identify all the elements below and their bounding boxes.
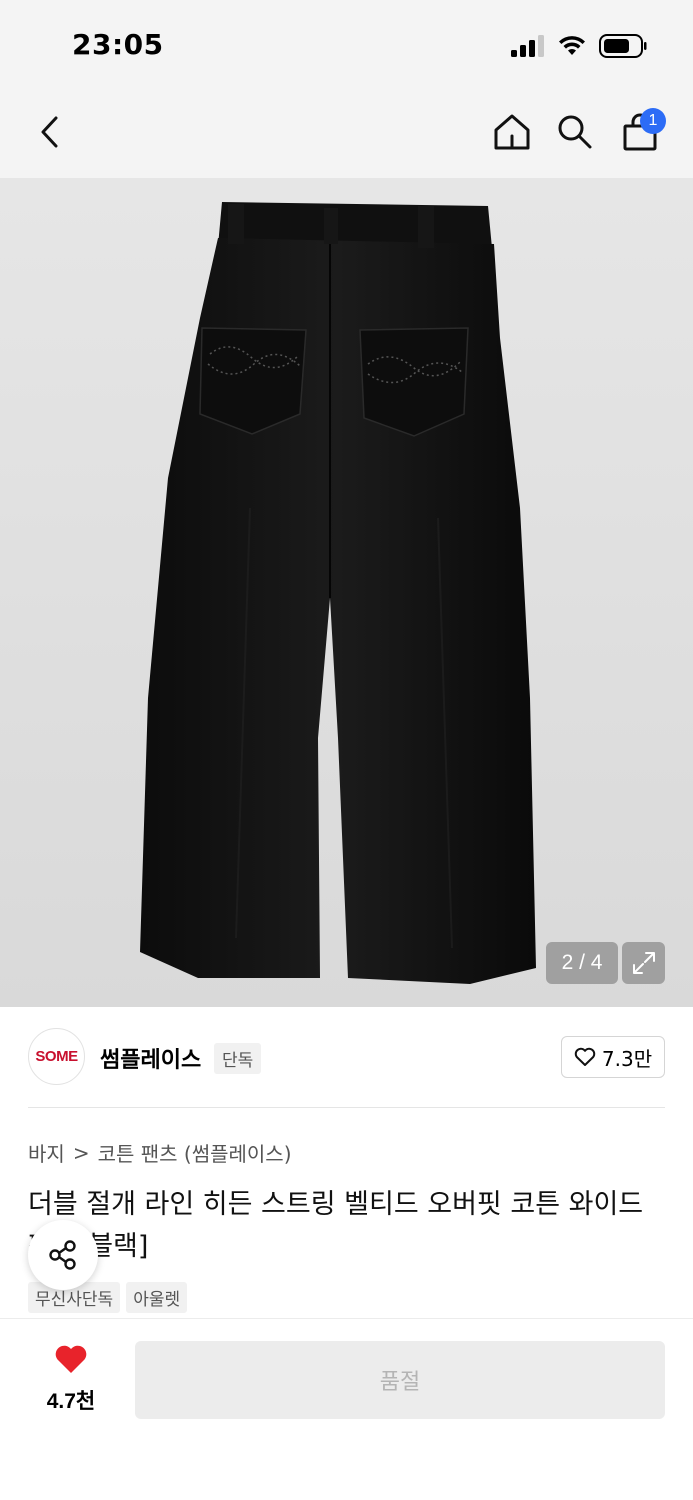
- home-button[interactable]: [486, 106, 538, 158]
- search-icon: [558, 115, 592, 149]
- status-bar: 23:05: [0, 0, 693, 90]
- bottom-action-bar: 4.7천 품절: [0, 1318, 693, 1500]
- brand-logo[interactable]: SOME: [28, 1028, 85, 1085]
- brand-exclusive-tag: 단독: [214, 1043, 262, 1074]
- breadcrumb: 바지 > 코튼 팬츠 (썸플레이스): [28, 1138, 292, 1167]
- pants-photo: [140, 202, 536, 984]
- tag-outlet: 아울렛: [126, 1282, 188, 1313]
- breadcrumb-subcategory[interactable]: 코튼 팬츠 (썸플레이스): [98, 1138, 292, 1167]
- expand-icon: [632, 952, 655, 974]
- brand-like-count: 7.3만: [601, 1046, 653, 1071]
- brand-row: SOME 썸플레이스 단독 7.3만: [28, 1028, 665, 1086]
- heart-filled-icon: [55, 1345, 87, 1373]
- wifi-icon: [559, 36, 585, 55]
- product-title: 더블 절개 라인 히든 스트링 벨티드 오버핏 코튼 와이드 팬츠[블랙]: [28, 1189, 644, 1262]
- back-chevron-icon: [41, 116, 58, 148]
- home-icon: [494, 114, 530, 150]
- brand-name[interactable]: 썸플레이스: [100, 1042, 201, 1074]
- share-icon: [49, 1240, 76, 1270]
- nav-bar: 1: [0, 90, 693, 178]
- cart-button[interactable]: 1: [614, 106, 666, 158]
- product-like-count: 4.7천: [46, 1390, 96, 1413]
- status-time: 23:05: [72, 28, 164, 61]
- back-button[interactable]: [24, 106, 76, 158]
- divider: [28, 1107, 665, 1108]
- sold-out-button[interactable]: 품절: [135, 1341, 665, 1419]
- breadcrumb-separator: >: [72, 1140, 90, 1165]
- signal-icon: [511, 35, 544, 57]
- search-button[interactable]: [549, 106, 601, 158]
- heart-outline-icon: [574, 1047, 596, 1066]
- product-like-button[interactable]: 4.7천: [30, 1343, 112, 1415]
- cart-count-badge: 1: [640, 108, 666, 134]
- battery-icon: [599, 34, 647, 58]
- image-counter: 2 / 4: [546, 942, 618, 984]
- breadcrumb-category[interactable]: 바지: [28, 1138, 65, 1167]
- product-image[interactable]: [0, 178, 693, 1007]
- share-button[interactable]: [28, 1220, 98, 1290]
- brand-like-button[interactable]: 7.3만: [561, 1036, 665, 1078]
- expand-image-button[interactable]: [622, 942, 665, 984]
- status-icons: [511, 33, 647, 59]
